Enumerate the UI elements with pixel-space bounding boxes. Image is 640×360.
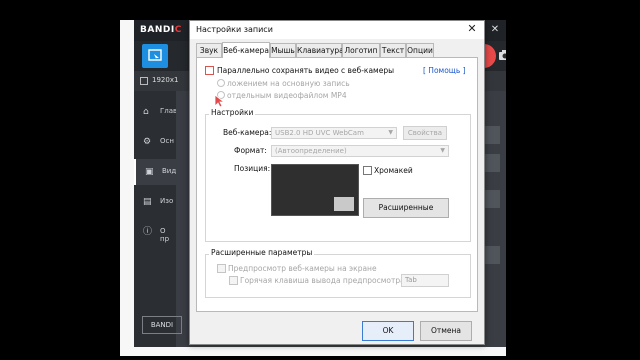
position-label: Позиция: [234,164,271,173]
tab-sound[interactable]: Звук [196,43,222,58]
overlay-checkbox[interactable] [205,66,214,75]
settings-group-title: Настройки [209,108,256,117]
dialog-titlebar: Настройки записи ✕ [190,21,484,39]
ok-button[interactable]: OK [362,321,414,341]
home-icon: ⌂ [143,107,149,117]
mouse-cursor-icon [214,94,226,108]
webcam-select[interactable]: USB2.0 HD UVC WebCam ▼ [271,127,397,139]
advanced-group-title: Расширенные параметры [209,248,315,257]
webcam-select-value: USB2.0 HD UVC WebCam [275,129,364,137]
bandicam-footer-logo: BANDI [142,316,182,334]
tab-text[interactable]: Текст [380,43,406,58]
sidebar-item-label: Глав [160,107,178,115]
gear-icon: ⚙ [143,137,152,147]
sidebar-item-about[interactable]: ⓘ О пр [134,219,176,245]
resolution-checkbox[interactable] [140,77,148,85]
hotkey-checkbox[interactable] [229,276,238,285]
format-select[interactable]: (Автоопределение) ▼ [271,145,449,157]
tab-logo[interactable]: Логотип [342,43,380,58]
preview-checkbox[interactable] [217,264,226,273]
tab-mouse[interactable]: Мышь [270,43,296,58]
hotkey-field[interactable]: Tab [401,274,449,287]
radio-overlay-label: ложением на основную запись [227,79,350,88]
resolution-text: 1920x1 [152,76,179,84]
webcam-label: Веб-камера: [223,128,272,137]
hotkey-checkbox-label: Горячая клавиша вывода предпросмотра: [240,276,408,285]
dialog-title: Настройки записи [196,25,273,34]
info-icon: ⓘ [143,227,153,237]
bandicam-logo: BANDIC [140,25,182,35]
video-icon: ▣ [145,167,154,177]
camera-icon[interactable] [498,48,506,62]
sidebar-item-video[interactable]: ▣ Вид [134,159,176,185]
webcam-tab-panel: Параллельно сохранять видео с веб-камеры… [196,57,478,312]
tab-options[interactable]: Опции [406,43,434,58]
tab-webcam[interactable]: Веб-камера [222,42,270,58]
bandicam-close-icon[interactable]: ✕ [488,23,502,37]
help-link[interactable]: [ Помощь ] [423,66,466,75]
preview-checkbox-label: Предпросмотр веб-камеры на экране [228,264,377,273]
position-preview[interactable] [271,164,359,216]
bandicam-sidebar: ⌂ Глав ⚙ Осн ▣ Вид ▤ Изо ⓘ О пр [134,91,178,347]
sidebar-item-home[interactable]: ⌂ Глав [134,99,178,125]
chevron-down-icon: ▼ [388,129,393,136]
close-icon[interactable]: ✕ [464,21,480,37]
webcam-position-marker[interactable] [334,197,354,211]
overlay-checkbox-label: Параллельно сохранять видео с веб-камеры [217,66,395,75]
chromakey-label: Хромакей [374,166,413,175]
record-settings-dialog: Настройки записи ✕ Звук Веб-камера Мышь … [189,20,485,345]
sidebar-item-image[interactable]: ▤ Изо [134,189,176,215]
sidebar-item-label: Изо [160,197,174,205]
chromakey-checkbox[interactable] [363,166,372,175]
format-label: Формат: [234,146,267,155]
cancel-button[interactable]: Отмена [420,321,472,341]
properties-button[interactable]: Свойства [403,126,447,140]
chevron-down-icon: ▼ [440,147,445,154]
screen-mode-button[interactable] [142,44,168,68]
sidebar-item-label: О пр [160,227,170,243]
tab-keyboard[interactable]: Клавиатура [296,43,344,58]
format-select-value: (Автоопределение) [275,147,347,155]
advanced-button[interactable]: Расширенные [363,198,449,218]
sidebar-item-general[interactable]: ⚙ Осн [134,129,176,155]
bandicam-window: BANDIC ✕ 1920x1 ⌂ Глав ⚙ Осн ▣ Вид ▤ Изо… [134,20,506,347]
screen: BANDIC ✕ 1920x1 ⌂ Глав ⚙ Осн ▣ Вид ▤ Изо… [120,20,506,356]
screen-rect-icon [148,49,162,61]
image-icon: ▤ [143,197,152,207]
radio-overlay[interactable] [217,79,225,87]
radio-separate-label: отдельным видеофайлом MP4 [227,91,347,100]
sidebar-item-label: Осн [160,137,174,145]
sidebar-item-label: Вид [162,167,177,175]
